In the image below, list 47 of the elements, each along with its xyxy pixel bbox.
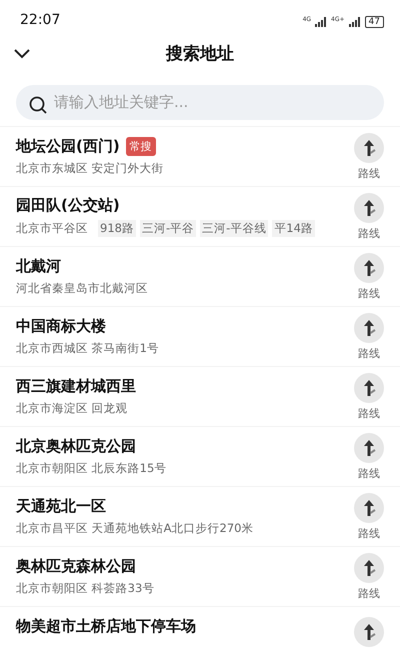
route-button[interactable]: 路线 (354, 372, 384, 420)
place-address: 北京市朝阳区 北辰东路15号 (16, 461, 166, 476)
route-button[interactable]: 路线 (354, 252, 384, 300)
result-row[interactable]: 园田队(公交站) 北京市平谷区 918路 三河-平谷 三河-平谷线 平14路 路线 (0, 186, 400, 246)
result-row[interactable]: 西三旗建材城西里 北京市海淀区 回龙观 路线 (0, 366, 400, 426)
place-address: 北京市朝阳区 科荟路33号 (16, 581, 154, 596)
frequent-badge: 常搜 (126, 137, 156, 156)
route-button[interactable]: 路线 (354, 312, 384, 360)
search-field[interactable]: 请输入地址关键字... (16, 84, 384, 120)
bus-line-tag: 918路 (98, 220, 136, 237)
page-title: 搜索地址 (166, 42, 234, 65)
place-name: 北戴河 (16, 257, 61, 276)
result-row[interactable]: 北京奥林匹克公园 北京市朝阳区 北辰东路15号 路线 (0, 426, 400, 486)
place-address: 北京市平谷区 (16, 221, 88, 236)
result-row[interactable]: 奥林匹克森林公园 北京市朝阳区 科荟路33号 路线 (0, 546, 400, 606)
route-button[interactable]: 路线 (354, 192, 384, 240)
status-time: 22:07 (20, 12, 60, 28)
place-address: 北京市东城区 安定门外大街 (16, 161, 164, 176)
route-button[interactable]: 路线 (354, 552, 384, 600)
route-button[interactable]: 路线 (354, 432, 384, 480)
result-row[interactable]: 天通苑北一区 北京市昌平区 天通苑地铁站A北口步行270米 路线 (0, 486, 400, 546)
result-row[interactable]: 北戴河 河北省秦皇岛市北戴河区 路线 (0, 246, 400, 306)
place-name: 西三旗建材城西里 (16, 377, 136, 396)
route-button[interactable]: 路线 (354, 132, 384, 180)
place-address: 北京市海淀区 回龙观 (16, 401, 128, 416)
place-name: 地坛公园(西门) (16, 137, 120, 156)
place-name: 物美超市土桥店地下停车场 (16, 617, 196, 636)
bus-line-tag: 平14路 (272, 220, 315, 237)
result-row[interactable]: 中国商标大楼 北京市西城区 茶马南街1号 路线 (0, 306, 400, 366)
signal-icon (315, 17, 328, 28)
place-name: 天通苑北一区 (16, 497, 106, 516)
place-address: 北京市昌平区 天通苑地铁站A北口步行270米 (16, 521, 254, 536)
place-address: 河北省秦皇岛市北戴河区 (16, 281, 148, 296)
route-button[interactable]: 路线 (354, 492, 384, 540)
place-name: 中国商标大楼 (16, 317, 106, 336)
place-name: 北京奥林匹克公园 (16, 437, 136, 456)
bus-line-tag: 三河-平谷 (140, 220, 196, 237)
result-row[interactable]: 物美超市土桥店地下停车场 (0, 606, 400, 666)
place-name: 奥林匹克森林公园 (16, 557, 136, 576)
route-button[interactable] (354, 617, 384, 647)
signal-icon (348, 17, 361, 28)
place-address: 北京市西城区 茶马南街1号 (16, 341, 159, 356)
bus-line-tag: 三河-平谷线 (200, 220, 268, 237)
place-name: 园田队(公交站) (16, 196, 120, 215)
battery-level: 47 (364, 16, 384, 28)
result-row[interactable]: 地坛公园(西门) 常搜 北京市东城区 安定门外大街 路线 (0, 126, 400, 186)
search-icon (28, 94, 48, 115)
